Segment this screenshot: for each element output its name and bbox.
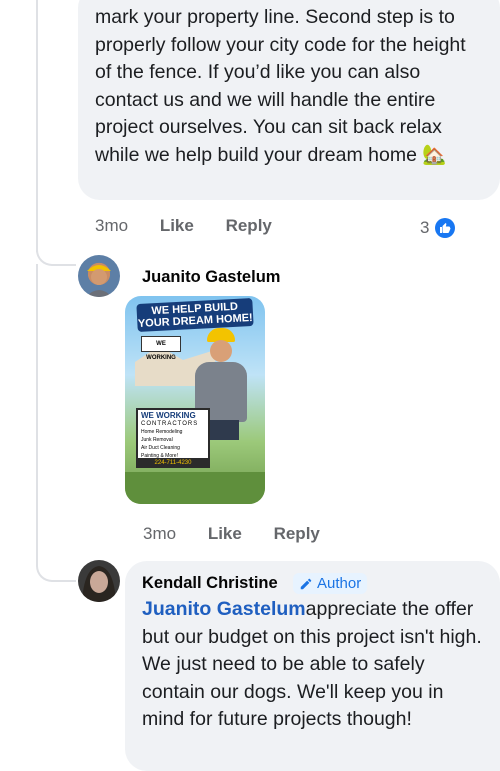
reply-button[interactable]: Reply: [274, 524, 320, 543]
reply-author[interactable]: Kendall Christine: [142, 574, 278, 592]
avatar[interactable]: [78, 560, 120, 602]
thread-line: [36, 264, 38, 564]
author-badge: Author: [293, 573, 368, 594]
pencil-icon: [300, 578, 312, 589]
reply-timestamp: 3mo: [143, 524, 177, 543]
like-button[interactable]: Like: [160, 216, 194, 235]
comment-author[interactable]: Juanito Gastelum: [142, 268, 280, 287]
phone-banner: 224-711-4230: [136, 458, 210, 468]
thread-branch: [36, 236, 76, 266]
reply-button[interactable]: Reply: [226, 216, 272, 235]
reaction-summary[interactable]: 3: [420, 218, 456, 238]
thread-line: [36, 0, 38, 252]
promo-headline: WE HELP BUILD YOUR DREAM HOME!: [136, 297, 254, 333]
thread-branch: [36, 550, 76, 582]
company-sign: WE WORKING CONTRACTORS Home Remodeling J…: [136, 408, 210, 462]
comment-actions: 3mo Like Reply: [95, 216, 272, 236]
thumbs-up-icon: [435, 218, 456, 238]
comment-text: mark your property line. Second step is …: [95, 6, 466, 166]
small-sign: WE WORKING: [141, 336, 181, 361]
reply-actions: 3mo Like Reply: [143, 524, 320, 544]
promo-image[interactable]: WE HELP BUILD YOUR DREAM HOME! WE WORKIN…: [125, 296, 265, 504]
comment-timestamp: 3mo: [95, 216, 129, 235]
reply-text: Juanito Gastelumappreciate the offer but…: [142, 596, 484, 734]
like-button[interactable]: Like: [208, 524, 242, 543]
avatar[interactable]: [78, 255, 120, 297]
yard-strip: [125, 472, 265, 504]
author-badge-label: Author: [317, 575, 362, 592]
reaction-count: 3: [420, 218, 430, 237]
mention-link[interactable]: Juanito Gastelum: [142, 598, 306, 620]
comment-bubble: mark your property line. Second step is …: [78, 0, 500, 200]
